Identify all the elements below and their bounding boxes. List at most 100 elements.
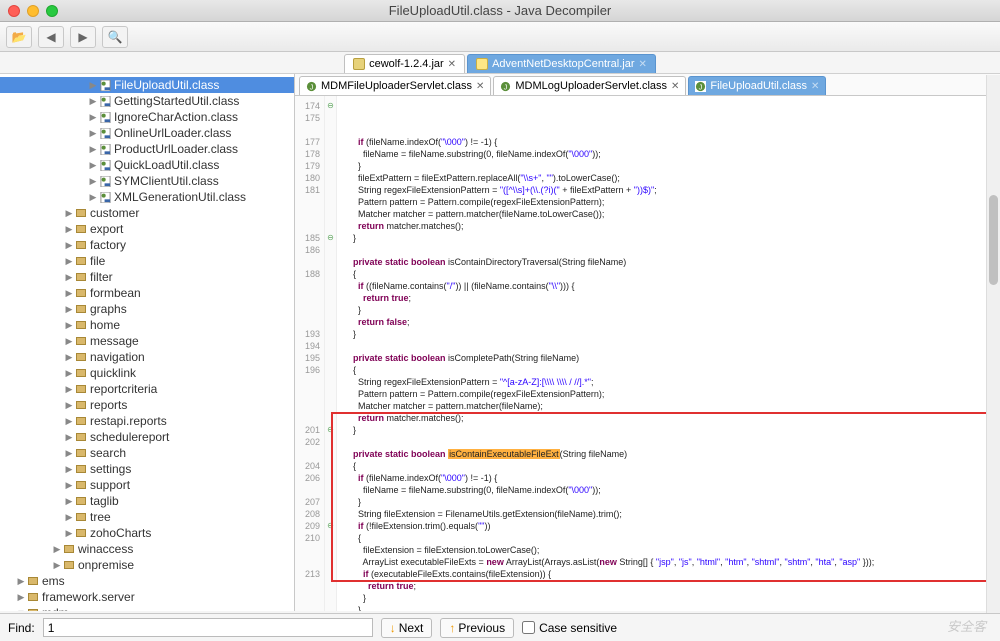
package-icon — [28, 577, 38, 585]
jar-tab[interactable]: AdventNetDesktopCentral.jar✕ — [467, 54, 656, 73]
tree-item[interactable]: ▶quicklink — [0, 365, 294, 381]
package-icon — [76, 497, 86, 505]
tree-item[interactable]: ▶GettingStartedUtil.class — [0, 93, 294, 109]
tree-item[interactable]: ▶support — [0, 477, 294, 493]
tree-item[interactable]: ▶factory — [0, 237, 294, 253]
line-gutter: 174175 177178179180181 185186 188 193194… — [295, 96, 325, 611]
package-icon — [76, 481, 86, 489]
svg-text:J: J — [310, 82, 314, 91]
find-input[interactable] — [43, 618, 373, 637]
search-button[interactable]: 🔍 — [102, 26, 128, 48]
package-icon — [28, 593, 38, 601]
tree-item[interactable]: ▶graphs — [0, 301, 294, 317]
package-icon — [76, 369, 86, 377]
file-tab[interactable]: JMDMLogUploaderServlet.class✕ — [493, 76, 686, 95]
tree-item[interactable]: ▼mdm — [0, 605, 294, 611]
package-icon — [28, 609, 38, 611]
find-prev-button[interactable]: ↑Previous — [440, 618, 514, 638]
package-icon — [76, 273, 86, 281]
package-icon — [76, 241, 86, 249]
package-icon — [76, 401, 86, 409]
file-tabs: JMDMFileUploaderServlet.class✕JMDMLogUpl… — [295, 74, 1000, 96]
package-icon — [76, 433, 86, 441]
tree-item[interactable]: ▶FileUploadUtil.class — [0, 77, 294, 93]
tree-item[interactable]: ▶onpremise — [0, 557, 294, 573]
open-button[interactable]: 📂 — [6, 26, 32, 48]
tree-item[interactable]: ▶settings — [0, 461, 294, 477]
jar-icon — [476, 58, 488, 70]
package-icon — [64, 561, 74, 569]
close-icon[interactable]: ✕ — [639, 59, 647, 70]
tree-item[interactable]: ▶navigation — [0, 349, 294, 365]
find-label: Find: — [8, 621, 35, 635]
tree-item[interactable]: ▶QuickLoadUtil.class — [0, 157, 294, 173]
main-toolbar: 📂 ◀ ▶ 🔍 — [0, 22, 1000, 52]
tree-item[interactable]: ▶SYMClientUtil.class — [0, 173, 294, 189]
tree-item[interactable]: ▶winaccess — [0, 541, 294, 557]
package-icon — [64, 545, 74, 553]
tree-item[interactable]: ▶framework.server — [0, 589, 294, 605]
jar-tabs: cewolf-1.2.4.jar✕AdventNetDesktopCentral… — [0, 52, 1000, 74]
vertical-scrollbar[interactable] — [986, 75, 1000, 613]
close-icon[interactable] — [8, 5, 20, 17]
svg-text:J: J — [699, 82, 703, 91]
tree-item[interactable]: ▶OnlineUrlLoader.class — [0, 125, 294, 141]
tree-item[interactable]: ▶taglib — [0, 493, 294, 509]
tree-item[interactable]: ▶filter — [0, 269, 294, 285]
package-icon — [76, 513, 86, 521]
package-icon — [76, 321, 86, 329]
tree-item[interactable]: ▶ProductUrlLoader.class — [0, 141, 294, 157]
tree-item[interactable]: ▶home — [0, 317, 294, 333]
package-icon — [76, 209, 86, 217]
tree-item[interactable]: ▶message — [0, 333, 294, 349]
package-icon — [76, 337, 86, 345]
svg-text:J: J — [504, 82, 508, 91]
jar-icon — [353, 58, 365, 70]
tree-item[interactable]: ▶restapi.reports — [0, 413, 294, 429]
tree-item[interactable]: ▶tree — [0, 509, 294, 525]
tree-item[interactable]: ▶schedulereport — [0, 429, 294, 445]
close-icon[interactable]: ✕ — [671, 81, 679, 92]
minimize-icon[interactable] — [27, 5, 39, 17]
file-tab[interactable]: JMDMFileUploaderServlet.class✕ — [299, 76, 491, 95]
tree-item[interactable]: ▶file — [0, 253, 294, 269]
package-icon — [76, 305, 86, 313]
tree-item[interactable]: ▶zohoCharts — [0, 525, 294, 541]
find-bar: Find: ↓Next ↑Previous Case sensitive — [0, 613, 1000, 641]
tree-item[interactable]: ▶reportcriteria — [0, 381, 294, 397]
back-button[interactable]: ◀ — [38, 26, 64, 48]
package-icon — [76, 385, 86, 393]
watermark: 安全客 — [947, 616, 986, 635]
zoom-icon[interactable] — [46, 5, 58, 17]
package-icon — [76, 417, 86, 425]
jar-tab[interactable]: cewolf-1.2.4.jar✕ — [344, 54, 465, 73]
file-tab[interactable]: JFileUploadUtil.class✕ — [688, 76, 826, 95]
find-next-button[interactable]: ↓Next — [381, 618, 433, 638]
tree-item[interactable]: ▶IgnoreCharAction.class — [0, 109, 294, 125]
window-title: FileUploadUtil.class - Java Decompiler — [389, 3, 612, 18]
tree-item[interactable]: ▶formbean — [0, 285, 294, 301]
tree-item[interactable]: ▶customer — [0, 205, 294, 221]
package-icon — [76, 289, 86, 297]
fold-column[interactable]: ⊖⊖⊖⊖⊖ — [325, 96, 337, 611]
source-code[interactable]: if (fileName.indexOf("\000") != -1) { fi… — [337, 96, 1000, 611]
package-icon — [76, 529, 86, 537]
close-icon[interactable]: ✕ — [448, 59, 456, 70]
tree-item[interactable]: ▶reports — [0, 397, 294, 413]
package-tree[interactable]: ▶FileUploadUtil.class▶GettingStartedUtil… — [0, 74, 295, 611]
package-icon — [76, 257, 86, 265]
package-icon — [76, 465, 86, 473]
tree-item[interactable]: ▶export — [0, 221, 294, 237]
package-icon — [76, 449, 86, 457]
tree-item[interactable]: ▶search — [0, 445, 294, 461]
case-sensitive-checkbox[interactable]: Case sensitive — [522, 621, 617, 635]
close-icon[interactable]: ✕ — [811, 81, 819, 92]
window-titlebar: FileUploadUtil.class - Java Decompiler — [0, 0, 1000, 22]
package-icon — [76, 225, 86, 233]
tree-item[interactable]: ▶ems — [0, 573, 294, 589]
close-icon[interactable]: ✕ — [476, 81, 484, 92]
tree-item[interactable]: ▶XMLGenerationUtil.class — [0, 189, 294, 205]
code-editor[interactable]: 174175 177178179180181 185186 188 193194… — [295, 96, 1000, 611]
package-icon — [76, 353, 86, 361]
forward-button[interactable]: ▶ — [70, 26, 96, 48]
